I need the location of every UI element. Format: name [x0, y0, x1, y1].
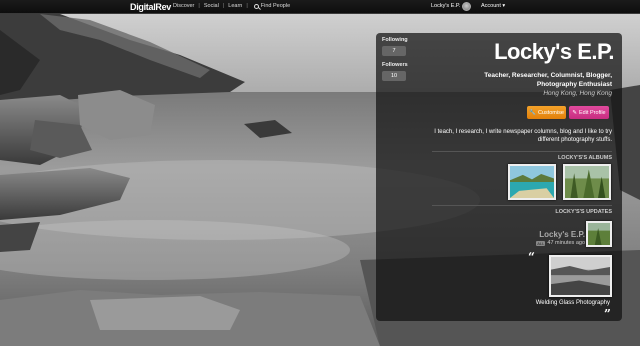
nav-separator: | — [222, 3, 225, 9]
customise-button[interactable]: 🔧 Customise — [527, 106, 566, 119]
followers-label: Followers — [382, 62, 408, 68]
edit-profile-label: Edit Profile — [579, 109, 606, 116]
profile-name: Locky's E.P. — [494, 39, 614, 64]
update-meta: ALL 47 minutes ago — [536, 240, 585, 246]
profile-panel: Following 7 Followers 10 Locky's E.P. Te… — [376, 33, 622, 321]
edit-profile-button[interactable]: ✎ Edit Profile — [569, 106, 609, 119]
find-people-link[interactable]: Find People — [253, 3, 291, 9]
profile-bio: I teach, I research, I write newspaper c… — [434, 129, 612, 143]
album-thumbnail-beach[interactable] — [508, 164, 556, 200]
album-thumbnail-trees[interactable] — [563, 164, 611, 200]
user-name-link[interactable]: Locky's E.P. — [431, 3, 460, 9]
update-photo-welding-glass[interactable] — [549, 255, 612, 297]
search-icon — [253, 3, 259, 9]
update-caption: Welding Glass Photography — [535, 300, 610, 306]
divider — [432, 151, 612, 152]
divider — [432, 205, 612, 206]
close-quote-icon: ” — [604, 307, 611, 321]
update-time: 47 minutes ago — [547, 240, 585, 246]
update-author-avatar[interactable] — [586, 221, 612, 247]
main-nav: Discover | Social | Learn | Find People — [173, 3, 290, 9]
nav-separator: | — [198, 3, 200, 9]
find-people-label: Find People — [260, 3, 291, 9]
profile-roles: Teacher, Researcher, Columnist, Blogger,… — [484, 72, 612, 88]
account-menu[interactable]: Account ▾ — [481, 3, 505, 9]
updates-heading: LOCKY'S'S UPDATES — [555, 209, 612, 215]
privacy-tag: ALL — [536, 240, 546, 246]
following-count[interactable]: 7 — [382, 46, 406, 56]
nav-discover[interactable]: Discover — [173, 3, 194, 9]
nav-separator: | — [246, 3, 248, 9]
albums-heading: LOCKY'S'S ALBUMS — [557, 155, 612, 161]
nav-learn[interactable]: Learn — [228, 3, 242, 9]
followers-count[interactable]: 10 — [382, 71, 406, 81]
digitalrev-logo[interactable]: DigitalRev — [130, 2, 171, 12]
pencil-icon: ✎ — [572, 109, 577, 116]
nav-social[interactable]: Social — [204, 3, 219, 9]
customise-label: Customise — [537, 109, 564, 116]
profile-location: Hong Kong, Hong Kong — [543, 90, 612, 97]
top-navigation-bar: DigitalRev Discover | Social | Learn | F… — [0, 0, 640, 14]
following-label: Following — [382, 37, 408, 43]
open-quote-icon: “ — [528, 250, 535, 264]
update-author[interactable]: Locky's E.P. — [539, 230, 585, 239]
wrench-icon: 🔧 — [529, 109, 536, 116]
user-avatar[interactable] — [462, 2, 471, 11]
